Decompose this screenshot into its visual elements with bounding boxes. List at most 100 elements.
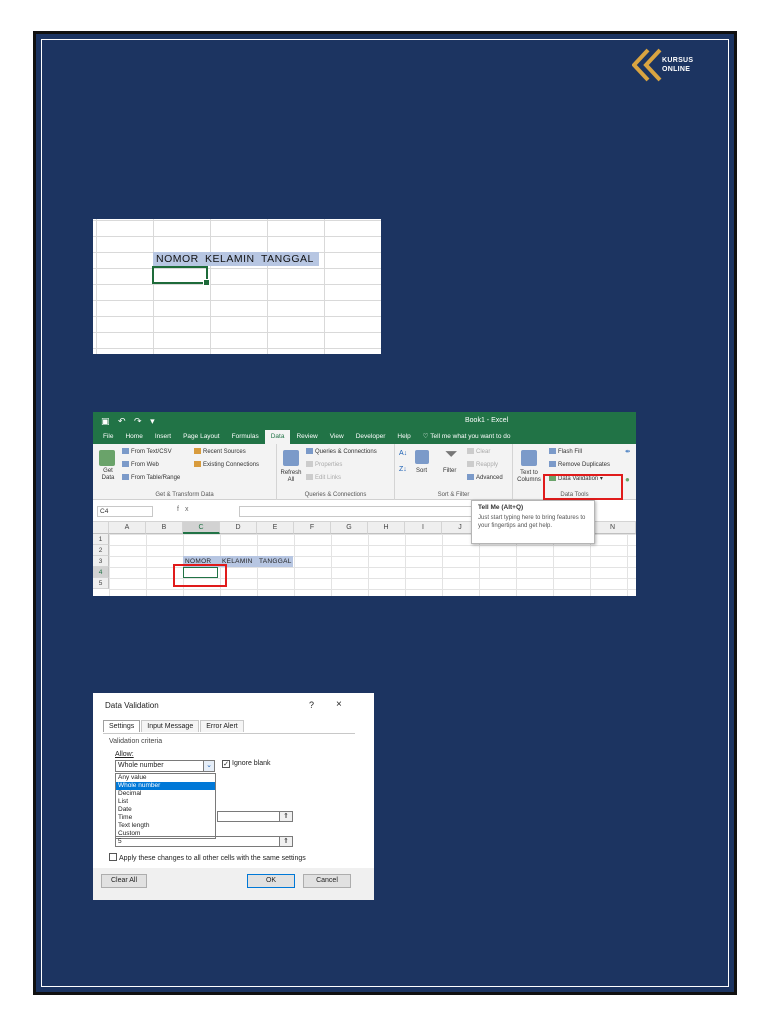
column-header[interactable]: E — [257, 522, 294, 534]
row-header[interactable]: 4 — [93, 567, 109, 578]
row-header[interactable]: 5 — [93, 578, 109, 589]
excel-screenshot: ▣ ↶ ↷ ▾ Book1 - Excel File Home Insert P… — [93, 412, 636, 596]
apply-all-checkbox[interactable]: Apply these changes to all other cells w… — [109, 853, 306, 862]
filter-button[interactable]: Filter — [443, 468, 456, 474]
row-header[interactable]: 2 — [93, 545, 109, 556]
row-header[interactable]: 1 — [93, 534, 109, 545]
ignore-blank-checkbox[interactable]: ✓ Ignore blank — [222, 760, 271, 768]
row-header[interactable]: 3 — [93, 556, 109, 567]
refresh-all-button[interactable]: Refresh All — [279, 470, 303, 484]
option-item[interactable]: Text length — [116, 822, 215, 830]
spreadsheet-screenshot-1: NOMOR KELAMIN TANGGAL — [93, 219, 381, 354]
help-button[interactable]: ? — [309, 700, 314, 710]
tab-home[interactable]: Home — [119, 430, 148, 444]
reapply-button[interactable]: Reapply — [467, 461, 498, 468]
tab-file[interactable]: File — [93, 430, 119, 444]
filter-icon: ⏷ — [445, 446, 458, 463]
formula-input[interactable] — [239, 506, 479, 517]
clear-button[interactable]: Clear — [467, 448, 490, 455]
tab-error-alert[interactable]: Error Alert — [200, 720, 244, 732]
cancel-button[interactable]: Cancel — [303, 874, 351, 888]
option-item[interactable]: List — [116, 798, 215, 806]
relationships-icon[interactable]: ● — [625, 475, 630, 484]
tab-developer[interactable]: Developer — [350, 430, 392, 444]
close-icon[interactable]: × — [336, 699, 342, 710]
clear-all-button[interactable]: Clear All — [101, 874, 147, 888]
header-tanggal: TANGGAL — [261, 253, 314, 265]
tab-review[interactable]: Review — [290, 430, 323, 444]
option-item[interactable]: Decimal — [116, 790, 215, 798]
from-text-csv-button[interactable]: From Text/CSV — [122, 448, 172, 455]
tab-help[interactable]: Help — [391, 430, 416, 444]
excel-title-bar: ▣ ↶ ↷ ▾ Book1 - Excel — [93, 412, 636, 430]
option-item[interactable]: Time — [116, 814, 215, 822]
allow-select[interactable]: Whole number ⌄ — [115, 760, 215, 772]
chevron-down-icon[interactable]: ⌄ — [203, 761, 214, 771]
recent-sources-button[interactable]: Recent Sources — [194, 448, 246, 455]
tab-input-message[interactable]: Input Message — [141, 720, 200, 732]
sort-button[interactable]: Sort — [416, 468, 427, 474]
get-data-button[interactable]: Get Data — [97, 468, 119, 482]
tell-me-box[interactable]: ♡ Tell me what you want to do — [423, 430, 511, 444]
collapse-arrow-icon[interactable]: ⇑ — [279, 811, 293, 822]
tab-data[interactable]: Data — [264, 430, 291, 444]
remove-duplicates-icon — [549, 461, 556, 467]
option-item-selected[interactable]: Whole number — [116, 782, 215, 790]
tab-settings[interactable]: Settings — [103, 720, 141, 732]
select-all-corner[interactable] — [93, 522, 109, 534]
clear-icon — [467, 448, 474, 454]
tell-me-tooltip: Tell Me (Alt+Q) Just start typing here t… — [471, 500, 595, 544]
edit-links-button[interactable]: Edit Links — [306, 474, 341, 481]
column-header[interactable]: N — [590, 522, 636, 534]
column-header[interactable]: D — [220, 522, 257, 534]
sort-az-icon[interactable]: A↓ — [399, 450, 407, 457]
checkmark-icon: ✓ — [222, 760, 230, 768]
from-table-range-button[interactable]: From Table/Range — [122, 474, 180, 481]
existing-connections-button[interactable]: Existing Connections — [194, 461, 259, 468]
flash-fill-icon — [549, 448, 556, 454]
maximum-field[interactable]: 5 — [115, 836, 292, 847]
header-nomor: NOMOR — [156, 253, 199, 265]
advanced-button[interactable]: Advanced — [467, 474, 503, 481]
tab-page-layout[interactable]: Page Layout — [177, 430, 226, 444]
column-header[interactable]: B — [146, 522, 183, 534]
group-label: Sort & Filter — [437, 492, 470, 498]
group-queries: Refresh All Queries & Connections Proper… — [277, 444, 395, 500]
column-header[interactable]: C — [183, 522, 220, 534]
collapse-arrow-icon[interactable]: ⇑ — [279, 836, 293, 847]
get-data-icon — [99, 450, 115, 466]
sort-za-icon[interactable]: Z↓ — [399, 466, 407, 473]
column-header[interactable]: A — [109, 522, 146, 534]
column-header[interactable]: F — [294, 522, 331, 534]
selected-cell[interactable] — [152, 266, 210, 286]
advanced-icon — [467, 474, 474, 480]
option-item[interactable]: Date — [116, 806, 215, 814]
flash-fill-button[interactable]: Flash Fill — [549, 448, 582, 455]
kursus-online-logo: KURSUS ONLINE — [632, 48, 712, 84]
option-item[interactable]: Any value — [116, 774, 215, 782]
allow-label: Allow: — [115, 751, 134, 758]
column-header[interactable]: G — [331, 522, 368, 534]
column-header[interactable]: I — [405, 522, 442, 534]
tab-formulas[interactable]: Formulas — [226, 430, 265, 444]
logo-line2: ONLINE — [662, 66, 691, 73]
workbook-title: Book1 - Excel — [465, 417, 509, 424]
tab-insert[interactable]: Insert — [149, 430, 177, 444]
tab-view[interactable]: View — [324, 430, 350, 444]
properties-icon — [306, 461, 313, 467]
validation-criteria-label: Validation criteria — [109, 738, 163, 745]
consolidate-icon[interactable]: ⇹ — [625, 448, 630, 455]
queries-connections-button[interactable]: Queries & Connections — [306, 448, 377, 455]
tell-me-text: Tell me what you want to do — [430, 433, 511, 440]
remove-duplicates-button[interactable]: Remove Duplicates — [549, 461, 610, 468]
ok-button[interactable]: OK — [247, 874, 295, 888]
dialog-title: Data Validation — [105, 701, 159, 710]
from-web-button[interactable]: From Web — [122, 461, 159, 468]
data-validation-dialog: Data Validation ? × Settings Input Messa… — [93, 693, 374, 900]
properties-button[interactable]: Properties — [306, 461, 342, 468]
text-to-columns-button[interactable]: Text to Columns — [515, 470, 543, 484]
name-box[interactable]: C4 — [97, 506, 153, 517]
dialog-tabs: Settings Input Message Error Alert — [103, 720, 245, 732]
allow-options-list: Any value Whole number Decimal List Date… — [115, 773, 216, 839]
column-header[interactable]: H — [368, 522, 405, 534]
